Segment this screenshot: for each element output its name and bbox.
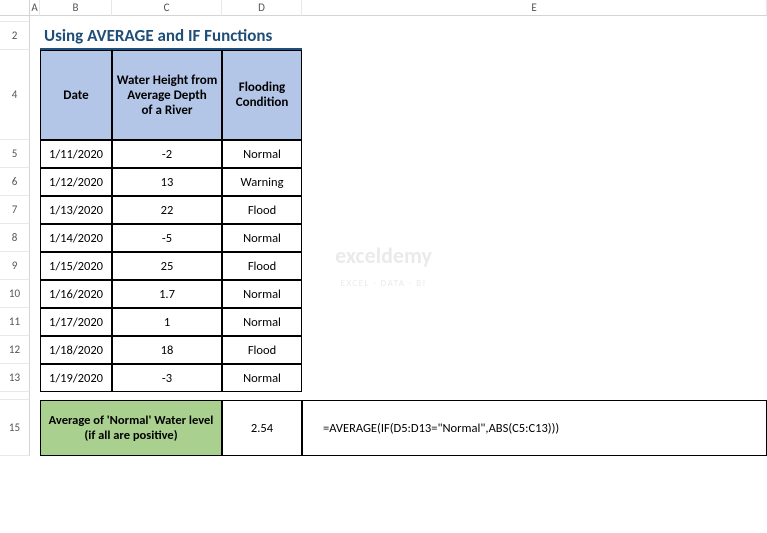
summary-value[interactable]: 2.54 bbox=[222, 400, 302, 456]
cell-height[interactable]: 25 bbox=[112, 252, 222, 280]
page-title: Using AVERAGE and IF Functions bbox=[40, 22, 302, 50]
cell-date[interactable]: 1/12/2020 bbox=[40, 168, 112, 196]
row-head-9[interactable]: 9 bbox=[0, 252, 30, 280]
cell-condition[interactable]: Flood bbox=[222, 252, 302, 280]
cell-height[interactable]: 13 bbox=[112, 168, 222, 196]
cell-height[interactable]: 1 bbox=[112, 308, 222, 336]
col-head-e[interactable]: E bbox=[302, 0, 767, 16]
cell-height[interactable]: -3 bbox=[112, 364, 222, 392]
cell-condition[interactable]: Normal bbox=[222, 364, 302, 392]
spreadsheet-grid: A B C D E 2 4 5 6 7 8 9 10 11 12 13 15 U… bbox=[0, 0, 767, 456]
summary-label[interactable]: Average of 'Normal' Water level (if all … bbox=[40, 400, 222, 456]
cell-date[interactable]: 1/11/2020 bbox=[40, 140, 112, 168]
cell-condition[interactable]: Normal bbox=[222, 280, 302, 308]
cell-condition[interactable]: Warning bbox=[222, 168, 302, 196]
header-condition[interactable]: Flooding Condition bbox=[222, 50, 302, 140]
row-head-7[interactable]: 7 bbox=[0, 196, 30, 224]
cell-date[interactable]: 1/15/2020 bbox=[40, 252, 112, 280]
cell-date[interactable]: 1/13/2020 bbox=[40, 196, 112, 224]
cell-date[interactable]: 1/19/2020 bbox=[40, 364, 112, 392]
grid-corner bbox=[0, 0, 30, 16]
cell-height[interactable]: 1.7 bbox=[112, 280, 222, 308]
cell-height[interactable]: -2 bbox=[112, 140, 222, 168]
cell-condition[interactable]: Normal bbox=[222, 224, 302, 252]
row-head-13[interactable]: 13 bbox=[0, 364, 30, 392]
col-head-b[interactable]: B bbox=[40, 0, 112, 16]
header-date[interactable]: Date bbox=[40, 50, 112, 140]
cell-date[interactable]: 1/17/2020 bbox=[40, 308, 112, 336]
row-head-12[interactable]: 12 bbox=[0, 336, 30, 364]
header-height[interactable]: Water Height from Average Depth of a Riv… bbox=[112, 50, 222, 140]
col-head-a[interactable]: A bbox=[30, 0, 40, 16]
row-head-2[interactable]: 2 bbox=[0, 22, 30, 50]
row-head-4[interactable]: 4 bbox=[0, 50, 30, 140]
row-head-6[interactable]: 6 bbox=[0, 168, 30, 196]
col-head-c[interactable]: C bbox=[112, 0, 222, 16]
cell-date[interactable]: 1/16/2020 bbox=[40, 280, 112, 308]
row-head-5[interactable]: 5 bbox=[0, 140, 30, 168]
cell-height[interactable]: 22 bbox=[112, 196, 222, 224]
row-head-11[interactable]: 11 bbox=[0, 308, 30, 336]
row-head-10[interactable]: 10 bbox=[0, 280, 30, 308]
row-head-8[interactable]: 8 bbox=[0, 224, 30, 252]
row-head-15[interactable]: 15 bbox=[0, 400, 30, 456]
cell-condition[interactable]: Flood bbox=[222, 196, 302, 224]
cell-date[interactable]: 1/14/2020 bbox=[40, 224, 112, 252]
formula-display[interactable]: =AVERAGE(IF(D5:D13="Normal",ABS(C5:C13))… bbox=[302, 400, 767, 456]
cell-condition[interactable]: Flood bbox=[222, 336, 302, 364]
row-gap-14 bbox=[0, 392, 30, 400]
cell-condition[interactable]: Normal bbox=[222, 140, 302, 168]
cell-height[interactable]: -5 bbox=[112, 224, 222, 252]
cell-condition[interactable]: Normal bbox=[222, 308, 302, 336]
cell-date[interactable]: 1/18/2020 bbox=[40, 336, 112, 364]
col-head-d[interactable]: D bbox=[222, 0, 302, 16]
cell-height[interactable]: 18 bbox=[112, 336, 222, 364]
